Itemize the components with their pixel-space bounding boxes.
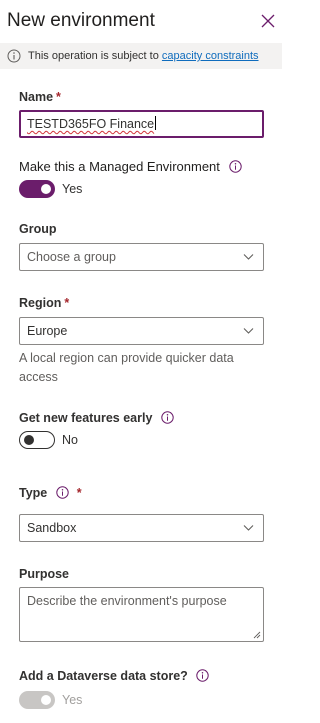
panel-title: New environment	[7, 10, 155, 31]
early-features-state: No	[62, 433, 78, 447]
early-features-label-text: Get new features early	[19, 411, 153, 425]
dataverse-label: Add a Dataverse data store?	[19, 669, 209, 683]
region-label-text: Region	[19, 296, 62, 310]
chevron-down-icon	[243, 254, 254, 260]
banner-text: This operation is subject to capacity co…	[28, 50, 259, 62]
banner-message: This operation is subject to	[28, 50, 159, 62]
type-label-text: Type	[19, 486, 48, 500]
chevron-down-icon	[243, 525, 254, 531]
early-features-label: Get new features early	[19, 411, 174, 425]
name-input[interactable]: TESTD365FO Finance	[19, 110, 264, 138]
group-label: Group	[19, 222, 57, 236]
toggle-knob	[41, 695, 51, 705]
chevron-down-icon	[243, 328, 254, 334]
close-icon[interactable]	[259, 12, 277, 30]
dataverse-state: Yes	[62, 693, 83, 707]
info-banner: This operation is subject to capacity co…	[0, 43, 282, 69]
toggle-knob	[41, 184, 51, 194]
group-placeholder: Choose a group	[27, 250, 116, 264]
purpose-placeholder: Describe the environment's purpose	[27, 594, 227, 608]
region-hint: A local region can provide quicker data …	[19, 351, 234, 384]
info-icon[interactable]	[56, 486, 69, 499]
required-marker: *	[76, 486, 82, 500]
managed-env-label-text: Make this a Managed Environment	[19, 159, 220, 174]
managed-env-label: Make this a Managed Environment	[19, 159, 242, 174]
early-features-toggle[interactable]	[19, 431, 55, 449]
info-icon	[7, 49, 21, 63]
info-icon[interactable]	[196, 669, 209, 682]
name-label-text: Name	[19, 90, 54, 104]
dataverse-toggle[interactable]	[19, 691, 55, 709]
region-label: Region *	[19, 296, 69, 310]
name-label: Name *	[19, 90, 61, 104]
required-marker: *	[64, 296, 70, 310]
type-select[interactable]: Sandbox	[19, 514, 264, 542]
required-marker: *	[56, 90, 61, 104]
purpose-label: Purpose	[19, 567, 70, 581]
name-input-value: TESTD365FO Finance	[27, 117, 155, 131]
managed-env-toggle[interactable]	[19, 180, 55, 198]
type-value: Sandbox	[27, 521, 77, 535]
purpose-textarea[interactable]: Describe the environment's purpose	[19, 587, 264, 642]
panel-header: New environment	[0, 0, 282, 40]
toggle-knob	[24, 435, 34, 445]
resize-grip-icon[interactable]	[253, 631, 261, 639]
group-select[interactable]: Choose a group	[19, 243, 264, 271]
dataverse-label-text: Add a Dataverse data store?	[19, 669, 188, 683]
type-label: Type *	[19, 486, 82, 500]
capacity-constraints-link[interactable]: capacity constraints	[162, 50, 259, 62]
text-caret	[155, 116, 157, 130]
region-value: Europe	[27, 324, 68, 338]
managed-env-state: Yes	[62, 182, 83, 196]
info-icon[interactable]	[228, 160, 242, 173]
info-icon[interactable]	[161, 411, 174, 424]
region-select[interactable]: Europe	[19, 317, 264, 345]
